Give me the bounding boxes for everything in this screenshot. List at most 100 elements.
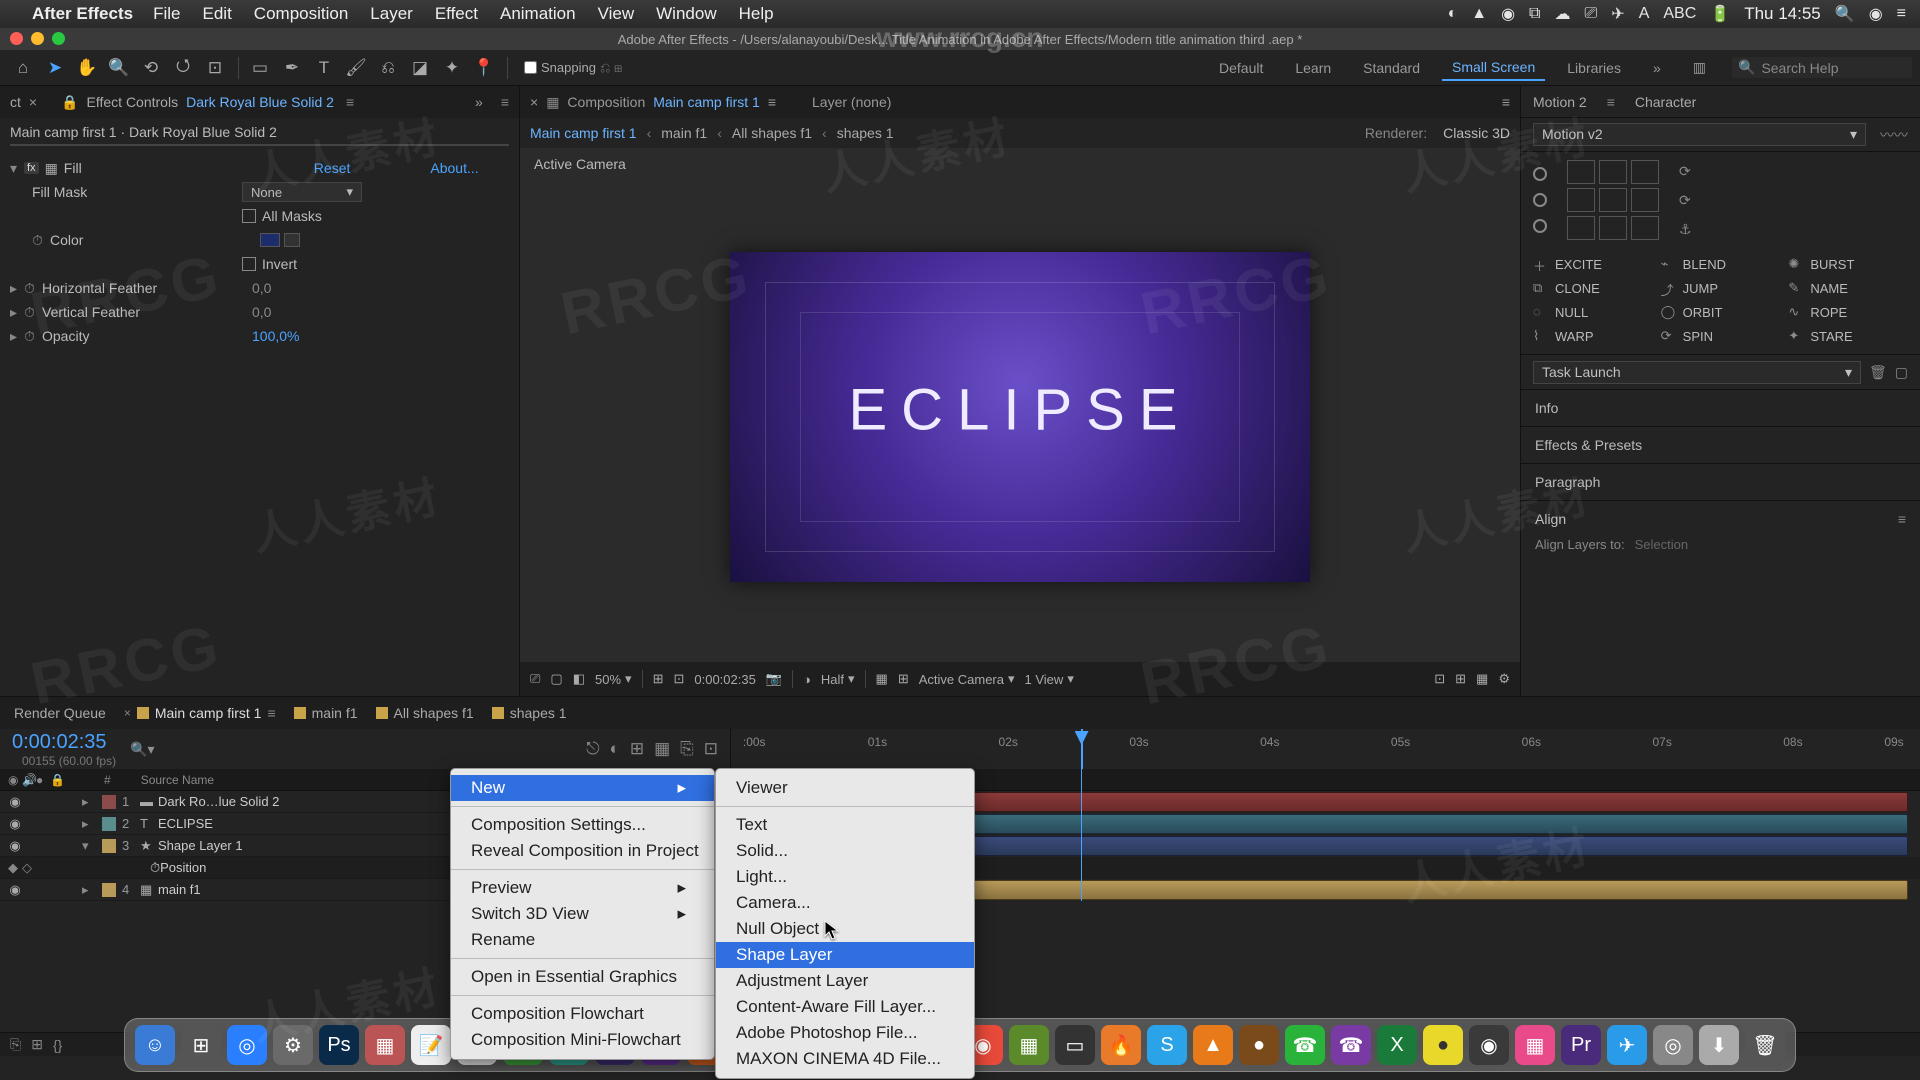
anchor-tool-icon[interactable]: ⊡: [200, 55, 230, 81]
action-clone[interactable]: ⧉CLONE: [1533, 280, 1653, 296]
ctx-item-essential[interactable]: Open in Essential Graphics: [451, 964, 714, 990]
effect-about[interactable]: About...: [430, 160, 478, 176]
action-spin[interactable]: ⟳SPIN: [1661, 328, 1781, 344]
visibility-toggle-icon[interactable]: ◉: [8, 794, 22, 810]
tl-tool-icon[interactable]: ▦: [654, 739, 670, 759]
viewer-area[interactable]: Active Camera ECLIPSE ⎚ ▢ ◧ 50% ▾ ⊞ ⊡ 0:…: [520, 148, 1520, 696]
dock-notes-icon[interactable]: 📝: [411, 1025, 451, 1065]
tl-foot-icon[interactable]: ⎘: [10, 1036, 21, 1053]
renderer-value[interactable]: Classic 3D: [1443, 125, 1510, 141]
footer-icon[interactable]: ⊞: [898, 671, 909, 687]
brush-tool-icon[interactable]: 🖌︎: [341, 55, 371, 81]
roto-tool-icon[interactable]: ✦: [437, 55, 467, 81]
ctx-sub-text[interactable]: Text: [716, 812, 974, 838]
close-tab-icon[interactable]: ×: [124, 706, 131, 720]
views-dropdown[interactable]: 1 View ▾: [1025, 671, 1074, 687]
ctx-sub-content-fill[interactable]: Content-Aware Fill Layer...: [716, 994, 974, 1020]
dock-launchpad-icon[interactable]: ⊞: [181, 1025, 221, 1065]
orbit-tool-icon[interactable]: ⟲: [136, 55, 166, 81]
ctx-item-comp-settings[interactable]: Composition Settings...: [451, 812, 714, 838]
task-icon[interactable]: ▢: [1895, 364, 1908, 381]
effect-name[interactable]: Fill: [64, 160, 274, 176]
playhead-line[interactable]: [1081, 769, 1082, 901]
dock-finder-icon[interactable]: ☺︎: [135, 1025, 175, 1065]
action-rope[interactable]: ∿ROPE: [1788, 304, 1908, 320]
dock-app-icon[interactable]: ◎: [1653, 1025, 1693, 1065]
tl-foot-icon[interactable]: {}: [53, 1037, 62, 1053]
opacity-value[interactable]: 100,0%: [252, 328, 299, 344]
tl-tool-icon[interactable]: ⊞: [630, 739, 644, 759]
text-tool-icon[interactable]: T: [309, 55, 339, 81]
panel-menu-icon[interactable]: ≡: [501, 94, 509, 110]
status-icon[interactable]: ◐: [1448, 5, 1458, 23]
anchor-grid[interactable]: [1567, 160, 1659, 240]
task-launch-dropdown[interactable]: Task Launch▾: [1533, 361, 1861, 384]
ctx-sub-photoshop[interactable]: Adobe Photoshop File...: [716, 1020, 974, 1046]
footer-icon[interactable]: ⊞: [1455, 671, 1466, 687]
snapshot-icon[interactable]: 📷: [766, 671, 782, 687]
dock-photoshop-icon[interactable]: Ps: [319, 1025, 359, 1065]
menu-view[interactable]: View: [598, 4, 635, 24]
ctx-sub-shape-layer[interactable]: Shape Layer: [716, 942, 974, 968]
time-ruler[interactable]: :00s 01s 02s 03s 04s 05s 06s 07s 08s 09s: [730, 729, 1920, 769]
dock-trash-icon[interactable]: 🗑: [1745, 1025, 1785, 1065]
comp-tab-prefix[interactable]: Composition: [567, 94, 645, 110]
action-blend[interactable]: ⌁BLEND: [1661, 256, 1781, 272]
ctx-sub-viewer[interactable]: Viewer: [716, 775, 974, 801]
status-icon[interactable]: ☁︎: [1554, 4, 1570, 24]
footer-icon[interactable]: ▦: [876, 671, 888, 687]
visibility-toggle-icon[interactable]: ◉: [8, 816, 22, 832]
workspace-learn[interactable]: Learn: [1285, 56, 1341, 80]
tab-main-comp[interactable]: ×Main camp first 1≡: [124, 705, 276, 721]
ctx-sub-light[interactable]: Light...: [716, 864, 974, 890]
stopwatch-icon[interactable]: ⏱: [24, 280, 38, 297]
align-section[interactable]: Align: [1535, 511, 1566, 527]
minimize-window-button[interactable]: [31, 32, 44, 45]
menu-layer[interactable]: Layer: [370, 4, 413, 24]
ctx-item-rename[interactable]: Rename: [451, 927, 714, 953]
action-warp[interactable]: ⌇WARP: [1533, 328, 1653, 344]
battery-icon[interactable]: 🔋: [1710, 4, 1730, 24]
action-burst[interactable]: ✺BURST: [1788, 256, 1908, 272]
fill-mask-dropdown[interactable]: None▾: [242, 182, 362, 202]
breadcrumb-item[interactable]: Main camp first 1: [530, 125, 637, 141]
twisty-icon[interactable]: ▸: [10, 328, 24, 345]
wave-icon[interactable]: 〰︎〰︎: [1880, 125, 1908, 145]
ctx-sub-c4d[interactable]: MAXON CINEMA 4D File...: [716, 1046, 974, 1072]
ctx-sub-null[interactable]: Null Object: [716, 916, 974, 942]
zoom-dropdown[interactable]: 50% ▾: [595, 671, 632, 687]
dock-telegram-icon[interactable]: ✈︎: [1607, 1025, 1647, 1065]
anchor-radio[interactable]: [1533, 193, 1547, 207]
lock-icon[interactable]: 🔒: [61, 94, 78, 111]
status-icon[interactable]: ✈︎: [1611, 4, 1624, 24]
camera-dropdown[interactable]: Active Camera ▾: [919, 671, 1015, 687]
workspace-libraries[interactable]: Libraries: [1557, 56, 1631, 80]
panel-menu-icon[interactable]: ≡: [1502, 94, 1510, 110]
layer-color-swatch[interactable]: [102, 817, 116, 831]
panel-menu-icon[interactable]: ≡: [1898, 511, 1906, 527]
close-window-button[interactable]: [10, 32, 23, 45]
effect-reset[interactable]: Reset: [314, 160, 351, 176]
ctx-item-flowchart[interactable]: Composition Flowchart: [451, 1001, 714, 1027]
playhead[interactable]: [1081, 729, 1083, 769]
chevron-left-icon[interactable]: ‹: [717, 125, 722, 141]
menu-edit[interactable]: Edit: [203, 4, 232, 24]
ctx-item-mini-flowchart[interactable]: Composition Mini-Flowchart: [451, 1027, 714, 1053]
align-layers-value[interactable]: Selection: [1635, 537, 1688, 552]
effect-controls-tab-link[interactable]: Dark Royal Blue Solid 2: [186, 94, 334, 110]
twisty-icon[interactable]: ▸: [82, 882, 96, 898]
layer-color-swatch[interactable]: [102, 883, 116, 897]
tab-render-queue[interactable]: Render Queue: [14, 705, 106, 721]
tl-tool-icon[interactable]: ⎘: [680, 739, 694, 759]
footer-icon[interactable]: ◧: [573, 671, 585, 687]
info-section[interactable]: Info: [1521, 390, 1920, 427]
current-timecode[interactable]: 0:00:02:35: [12, 731, 116, 754]
workspace-panel-icon[interactable]: ▥: [1683, 55, 1716, 80]
action-excite[interactable]: ＋EXCITE: [1533, 256, 1653, 272]
chevron-left-icon[interactable]: ‹: [647, 125, 652, 141]
effects-presets-section[interactable]: Effects & Presets: [1521, 427, 1920, 464]
app-name[interactable]: After Effects: [32, 4, 133, 24]
selection-tool-icon[interactable]: ➤: [40, 55, 70, 81]
footer-icon[interactable]: ⊡: [1434, 671, 1445, 687]
abc-indicator[interactable]: ABC: [1663, 5, 1696, 23]
